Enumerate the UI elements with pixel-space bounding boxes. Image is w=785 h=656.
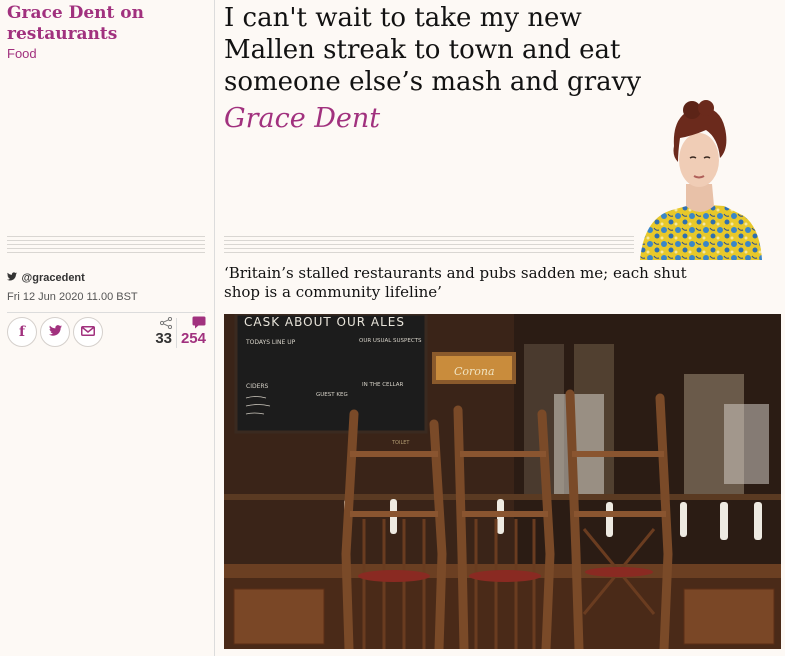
twitter-handle-link[interactable]: @gracedent [7,272,85,284]
twitter-share-button[interactable] [40,317,70,347]
share-count-icon [150,316,173,330]
facebook-share-button[interactable]: f [7,317,37,347]
twitter-icon [48,323,62,341]
share-count: 33 [150,316,173,347]
section-link[interactable]: Food [7,46,37,61]
twitter-bird-icon [7,272,20,283]
comment-count-link[interactable]: 254 [178,316,206,347]
comment-bubble-icon [178,316,206,330]
publish-date: Fri 12 Jun 2020 11.00 BST [7,291,138,303]
chalkboard-heading: CASK ABOUT OUR ALES [244,315,405,329]
divider [7,312,205,313]
chalkboard-line: TODAYS LINE UP [245,339,296,346]
email-icon [81,323,95,341]
facebook-icon: f [18,324,26,340]
chalkboard-line: IN THE CELLAR [362,382,404,388]
sign-label: TOILET [391,440,410,446]
share-count-value: 33 [155,330,172,347]
chalkboard-line: OUR USUAL SUSPECTS [359,338,422,344]
crate-label: Corona [454,365,495,378]
count-divider [176,318,177,348]
left-column: Grace Dent on restaurants Food @graceden… [0,0,215,656]
series-title-link[interactable]: Grace Dent on restaurants [7,3,207,45]
article-headline: I can't wait to take my new Mallen strea… [224,3,642,97]
decorative-rules [224,236,634,256]
author-portrait [632,100,764,260]
email-share-button[interactable] [73,317,103,347]
comment-count-value: 254 [180,330,206,347]
article-main-image: CASK ABOUT OUR ALES TODAYS LINE UP OUR U… [224,314,781,649]
chalkboard-line: CIDERS [246,383,269,390]
chalkboard-line: GUEST KEG [316,392,348,398]
decorative-rules [7,236,205,256]
article-standfirst: ‘Britain’s stalled restaurants and pubs … [224,264,687,301]
byline-author-link[interactable]: Grace Dent [224,103,380,134]
twitter-handle-text: @gracedent [21,272,85,284]
